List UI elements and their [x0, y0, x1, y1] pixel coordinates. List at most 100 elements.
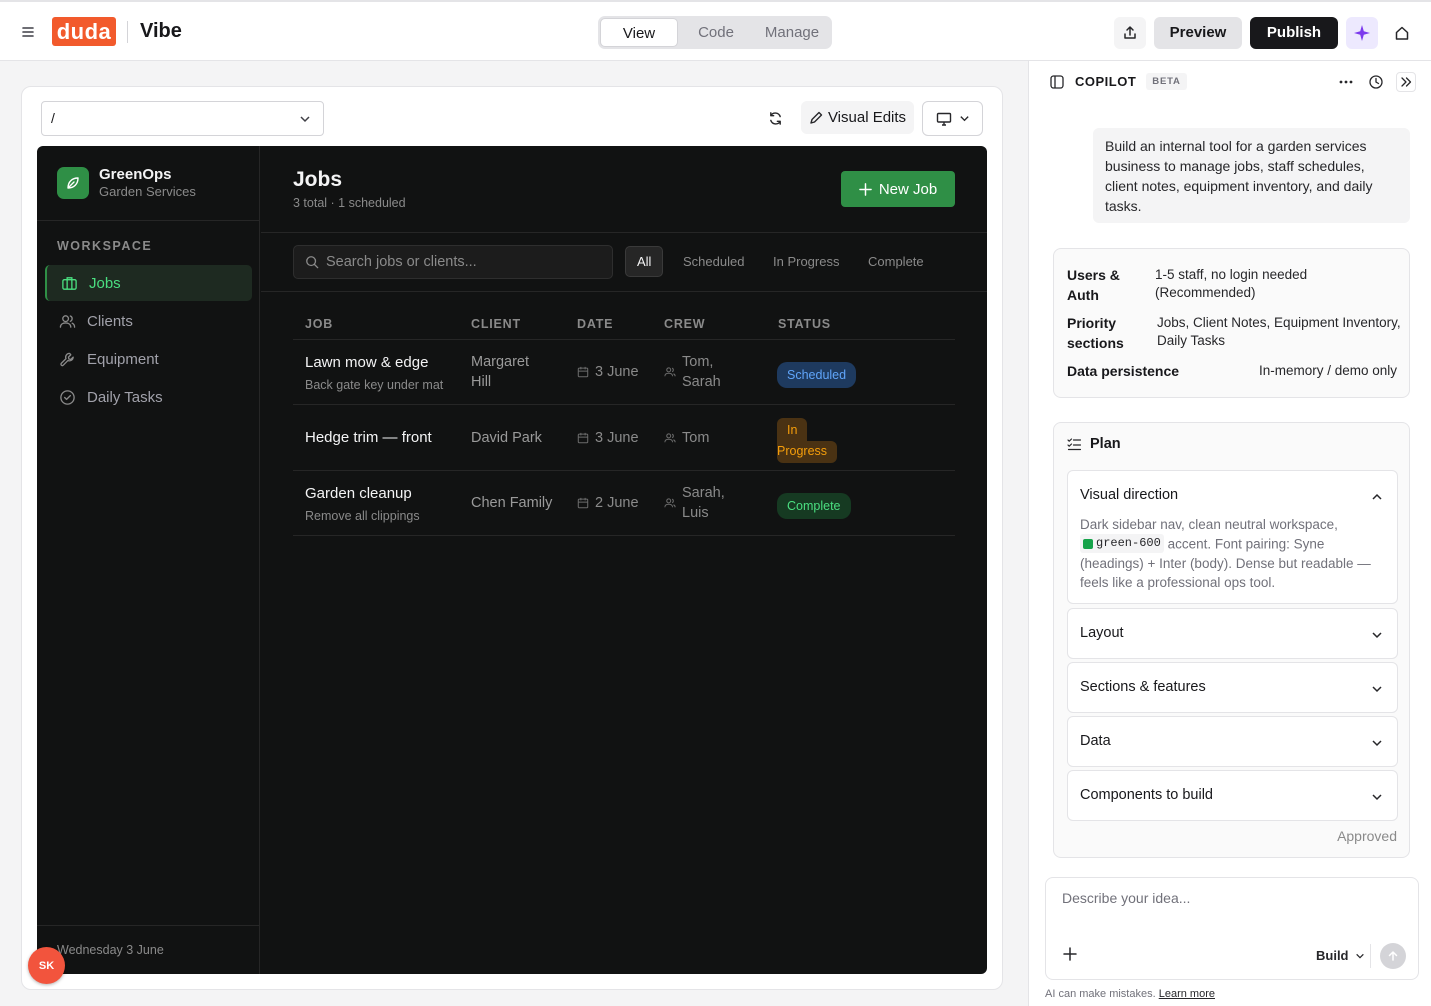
plan-section-title: Sections & features	[1080, 679, 1206, 695]
prompt-input[interactable]	[1062, 890, 1402, 920]
search-input[interactable]	[326, 254, 606, 270]
chevron-down-icon	[1355, 953, 1364, 959]
sidebar-item-clients[interactable]: Clients	[45, 303, 252, 339]
share-icon	[1124, 26, 1136, 39]
generated-app: GreenOps Garden Services WORKSPACE Jobs …	[37, 146, 987, 974]
publish-button[interactable]: Publish	[1250, 17, 1338, 49]
page-path-select[interactable]: /	[41, 101, 324, 136]
menu-icon[interactable]	[20, 24, 36, 40]
approved-status: Approved	[1337, 828, 1397, 844]
crew-cell: Tom, Sarah	[664, 352, 721, 392]
collapse-panel-button[interactable]	[1396, 72, 1416, 92]
table-row[interactable]: Lawn mow & edge Back gate key under mat …	[293, 340, 955, 405]
plan-section-layout[interactable]: Layout	[1067, 608, 1398, 659]
crew-cell: Tom	[664, 428, 709, 448]
build-mode-select[interactable]: Build	[1316, 948, 1365, 963]
briefcase-icon	[62, 276, 77, 290]
send-button[interactable]	[1380, 943, 1406, 969]
tab-manage[interactable]: Manage	[754, 18, 830, 47]
copilot-header: COPILOT BETA	[1049, 73, 1187, 90]
tab-code[interactable]: Code	[678, 18, 754, 47]
sidebar-item-daily-tasks[interactable]: Daily Tasks	[45, 379, 252, 415]
visual-edits-label: Visual Edits	[827, 109, 907, 126]
job-cell: Lawn mow & edge Back gate key under mat	[305, 353, 443, 395]
date-cell: 2 June	[577, 493, 639, 513]
filter-all[interactable]: All	[625, 246, 664, 277]
plan-section-sections-features[interactable]: Sections & features	[1067, 662, 1398, 713]
sidebar-item-jobs[interactable]: Jobs	[45, 265, 252, 301]
answer-key: Data persistence	[1067, 363, 1180, 379]
new-job-label: New Job	[878, 180, 938, 198]
product-name: Vibe	[140, 20, 182, 42]
table-row[interactable]: Garden cleanup Remove all clippings Chen…	[293, 472, 955, 536]
more-options-button[interactable]	[1336, 72, 1356, 92]
answer-key-line: Priority	[1067, 315, 1117, 331]
beta-badge: BETA	[1146, 73, 1187, 90]
column-header-client[interactable]: CLIENT	[471, 317, 521, 331]
crew-cell: Sarah, Luis	[664, 483, 725, 523]
job-title: Hedge trim — front	[305, 429, 432, 446]
panel-icon[interactable]	[1049, 74, 1065, 90]
crew-names: Sarah	[682, 374, 721, 390]
users-icon	[59, 314, 76, 328]
plan-section-components[interactable]: Components to build	[1067, 770, 1398, 821]
new-job-button[interactable]: New Job	[841, 171, 955, 207]
sidebar-item-label: Clients	[87, 312, 133, 330]
wrench-icon	[60, 352, 74, 366]
learn-more-link[interactable]: Learn more	[1159, 988, 1215, 1000]
preview-button[interactable]: Preview	[1154, 17, 1242, 49]
share-button[interactable]	[1114, 17, 1146, 49]
tab-view[interactable]: View	[600, 18, 678, 47]
divider	[261, 232, 987, 233]
plan-section-title: Data	[1080, 733, 1111, 749]
workspace-label: WORKSPACE	[57, 239, 153, 253]
plan-section-title: Components to build	[1080, 787, 1213, 803]
ai-disclaimer: AI can make mistakes. Learn more	[1045, 988, 1215, 1000]
search-box[interactable]	[293, 245, 613, 279]
column-header-crew[interactable]: CREW	[664, 317, 705, 331]
search-icon	[306, 256, 319, 269]
list-checks-icon	[1067, 438, 1081, 451]
plan-section-visual-direction[interactable]: Visual direction Dark sidebar nav, clean…	[1067, 470, 1398, 604]
divider	[261, 291, 987, 292]
plus-icon[interactable]	[1062, 946, 1078, 962]
visual-edits-button[interactable]: Visual Edits	[801, 101, 914, 134]
status-badge: Complete	[777, 493, 851, 519]
divider	[127, 21, 128, 43]
column-header-job[interactable]: JOB	[305, 317, 333, 331]
app-brand: GreenOps Garden Services	[37, 146, 260, 221]
sidebar-item-label: Daily Tasks	[87, 388, 163, 406]
app-subtitle: Garden Services	[99, 184, 196, 199]
refresh-button[interactable]	[764, 107, 786, 129]
answers-summary: Users & Auth 1-5 staff, no login needed …	[1053, 248, 1410, 398]
answer-value: In-memory / demo only	[1259, 363, 1398, 378]
desktop-icon	[936, 112, 951, 126]
filter-scheduled[interactable]: Scheduled	[672, 246, 755, 277]
copilot-title: COPILOT	[1075, 74, 1137, 89]
chevron-down-icon	[1372, 740, 1382, 747]
plan-section-data[interactable]: Data	[1067, 716, 1398, 767]
table-row[interactable]: Hedge trim — front David Park 3 June Tom…	[293, 406, 955, 471]
filter-in-progress[interactable]: In Progress	[762, 246, 850, 277]
avatar[interactable]: SK	[28, 947, 65, 984]
filter-complete[interactable]: Complete	[857, 246, 935, 277]
color-swatch	[1083, 538, 1093, 549]
status-badge: Scheduled	[777, 362, 857, 388]
ai-sparkle-button[interactable]	[1346, 17, 1378, 49]
answer-value-line: (Recommended)	[1155, 285, 1256, 300]
column-header-status[interactable]: STATUS	[778, 317, 831, 331]
history-icon	[1369, 75, 1383, 89]
color-token-label: green-600	[1096, 536, 1161, 550]
crew-names: Sarah,	[682, 485, 725, 501]
status-badge: Progress	[777, 441, 838, 463]
jobs-summary: 3 total · 1 scheduled	[293, 196, 406, 210]
home-button[interactable]	[1386, 17, 1418, 49]
sidebar-item-equipment[interactable]: Equipment	[45, 341, 252, 377]
history-button[interactable]	[1366, 72, 1386, 92]
column-header-date[interactable]: DATE	[577, 317, 613, 331]
duda-logo[interactable]: duda	[52, 17, 116, 46]
device-select[interactable]	[922, 101, 983, 136]
chevron-up-icon[interactable]	[1371, 491, 1383, 503]
answer-key: Users & Auth	[1067, 265, 1120, 305]
app-name: GreenOps	[99, 166, 172, 183]
